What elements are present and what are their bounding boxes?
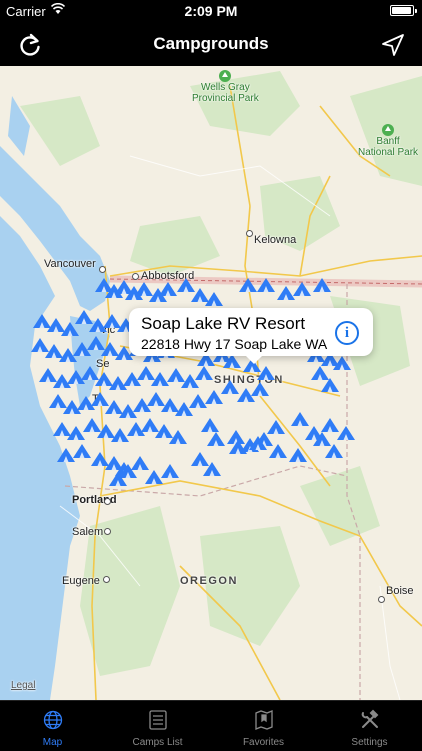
callout-address: 22818 Hwy 17 Soap Lake WA	[141, 336, 328, 352]
campground-pin[interactable]	[159, 282, 177, 296]
campground-pin[interactable]	[105, 400, 123, 414]
campground-pin[interactable]	[267, 420, 285, 434]
campground-pin[interactable]	[147, 392, 165, 406]
campground-pin[interactable]	[227, 430, 245, 444]
campground-pin[interactable]	[81, 366, 99, 380]
campground-pin[interactable]	[77, 396, 95, 410]
campground-pin[interactable]	[167, 368, 185, 382]
page-title: Campgrounds	[153, 34, 269, 53]
campground-pin[interactable]	[313, 278, 331, 292]
campground-pin[interactable]	[321, 418, 339, 432]
campground-pin[interactable]	[109, 376, 127, 390]
navigation-bar: Campgrounds	[0, 22, 422, 66]
info-icon[interactable]: i	[335, 321, 359, 345]
campground-pin[interactable]	[161, 464, 179, 478]
campground-pin[interactable]	[205, 292, 223, 306]
campground-pin[interactable]	[49, 394, 67, 408]
campground-pin[interactable]	[61, 322, 79, 336]
campground-pin[interactable]	[189, 394, 207, 408]
campground-pin[interactable]	[195, 366, 213, 380]
campground-pin[interactable]	[67, 370, 85, 384]
campground-pins[interactable]	[0, 66, 422, 700]
campground-pin[interactable]	[175, 402, 193, 416]
campground-pin[interactable]	[75, 310, 93, 324]
campground-pin[interactable]	[311, 366, 329, 380]
campground-pin[interactable]	[87, 336, 105, 350]
map-bookmark-icon	[255, 710, 273, 730]
campground-pin[interactable]	[39, 368, 57, 382]
campground-pin[interactable]	[191, 452, 209, 466]
campground-pin[interactable]	[135, 282, 153, 296]
campground-pin[interactable]	[131, 456, 149, 470]
tab-map[interactable]: Map	[0, 701, 105, 751]
campground-pin[interactable]	[89, 318, 107, 332]
campground-pin[interactable]	[277, 286, 295, 300]
campground-pin[interactable]	[83, 418, 101, 432]
campground-pin[interactable]	[47, 318, 65, 332]
campground-pin[interactable]	[325, 444, 343, 458]
campground-pin[interactable]	[251, 382, 269, 396]
campground-pin[interactable]	[67, 426, 85, 440]
campground-pin[interactable]	[127, 422, 145, 436]
tab-label: Favorites	[242, 737, 285, 748]
battery-icon	[390, 5, 417, 16]
campground-pin[interactable]	[73, 444, 91, 458]
map-view[interactable]: Wells Gray Provincial Park Banff National …	[0, 66, 422, 700]
campground-pin[interactable]	[289, 448, 307, 462]
tab-bar: Map Camps List Favorites Settings	[0, 700, 422, 750]
campground-pin[interactable]	[177, 278, 195, 292]
campground-pin[interactable]	[269, 444, 287, 458]
campground-pin[interactable]	[53, 422, 71, 436]
tab-label: Settings	[351, 737, 388, 748]
campground-pin[interactable]	[205, 390, 223, 404]
campground-pin[interactable]	[291, 412, 309, 426]
clock: 2:09 PM	[184, 3, 238, 19]
campground-pin[interactable]	[293, 282, 311, 296]
campground-pin[interactable]	[91, 392, 109, 406]
tools-icon	[361, 709, 379, 728]
campground-pin[interactable]	[141, 418, 159, 432]
campground-pin[interactable]	[337, 426, 355, 440]
list-icon	[149, 710, 167, 730]
campground-pin[interactable]	[321, 378, 339, 392]
campground-pin[interactable]	[207, 432, 225, 446]
campground-pin[interactable]	[33, 314, 51, 328]
campground-pin[interactable]	[111, 428, 129, 442]
tab-label: Map	[42, 737, 63, 748]
campground-pin[interactable]	[57, 448, 75, 462]
campground-pin[interactable]	[221, 380, 239, 394]
campground-pin[interactable]	[31, 338, 49, 352]
campground-pin[interactable]	[137, 366, 155, 380]
campground-pin[interactable]	[201, 418, 219, 432]
campground-pin[interactable]	[239, 278, 257, 292]
tab-label: Camps List	[132, 737, 183, 748]
globe-icon	[43, 710, 63, 730]
callout-name: Soap Lake RV Resort	[141, 314, 306, 333]
campground-pin[interactable]	[257, 366, 275, 380]
tab-camps-list[interactable]: Camps List	[105, 701, 210, 751]
campground-pin[interactable]	[145, 470, 163, 484]
campground-callout[interactable]: Soap Lake RV Resort 22818 Hwy 17 Soap La…	[129, 308, 373, 364]
tab-favorites[interactable]: Favorites	[211, 701, 316, 751]
location-arrow-icon[interactable]	[380, 32, 406, 58]
campground-pin[interactable]	[91, 452, 109, 466]
campground-pin[interactable]	[257, 278, 275, 292]
tab-settings[interactable]: Settings	[317, 701, 422, 751]
campground-pin[interactable]	[103, 314, 121, 328]
status-bar: Carrier 2:09 PM	[0, 0, 422, 22]
